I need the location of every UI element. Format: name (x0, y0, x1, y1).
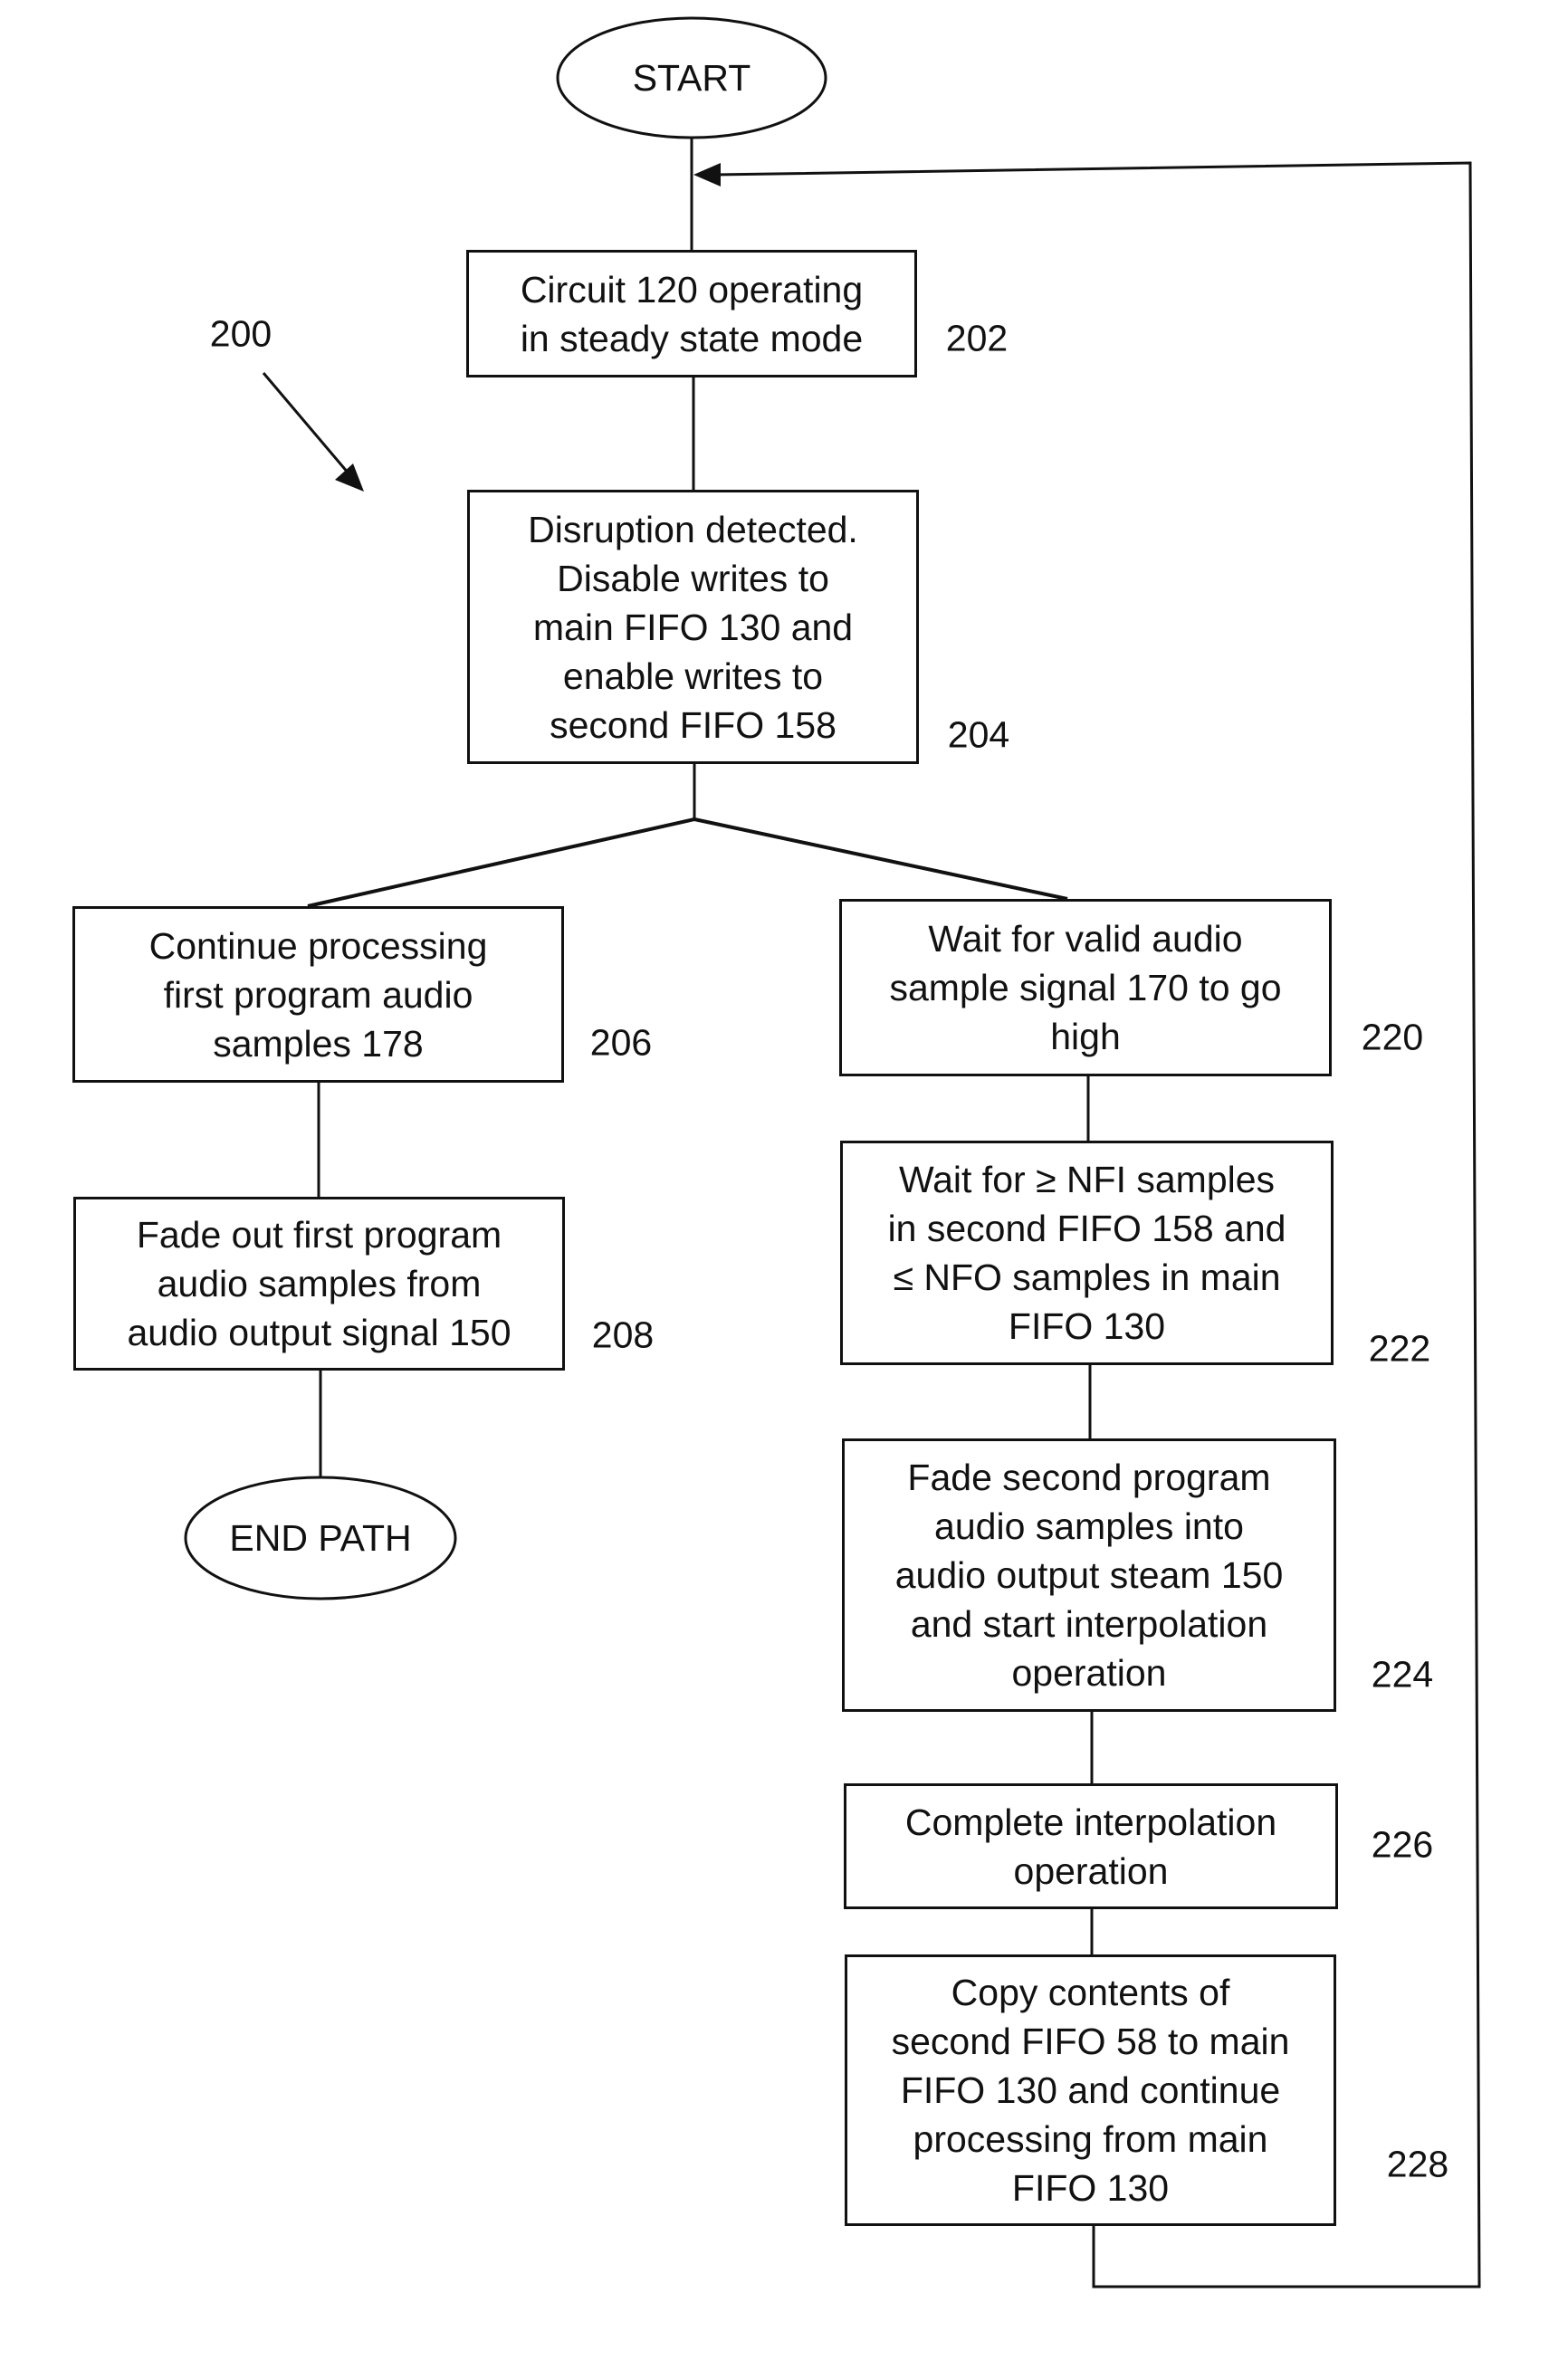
step-208-text: Fade out first program audio samples fro… (127, 1214, 512, 1353)
end-path-label: END PATH (229, 1516, 412, 1559)
step-208-box: Fade out first program audio samples fro… (73, 1197, 565, 1371)
step-222-text: Wait for ≥ NFI samples in second FIFO 15… (887, 1159, 1286, 1347)
step-226-ref: 226 (1371, 1823, 1434, 1866)
step-204-box: Disruption detected. Disable writes to m… (467, 490, 919, 764)
loop-arrowhead-icon (693, 163, 721, 186)
step-224-ref: 224 (1371, 1653, 1434, 1696)
figure-id-label: 200 (209, 312, 272, 355)
step-202-text: Circuit 120 operating in steady state mo… (520, 268, 864, 359)
step-226-box: Complete interpolation operation (844, 1783, 1338, 1909)
step-202-box: Circuit 120 operating in steady state mo… (466, 250, 917, 377)
step-206-box: Continue processing first program audio … (72, 906, 564, 1083)
step-204-ref: 204 (947, 713, 1010, 756)
step-220-ref: 220 (1361, 1016, 1424, 1058)
step-222-box: Wait for ≥ NFI samples in second FIFO 15… (840, 1141, 1334, 1365)
start-terminal: START (558, 18, 826, 138)
step-204-text: Disruption detected. Disable writes to m… (528, 508, 858, 746)
step-224-text: Fade second program audio samples into a… (894, 1457, 1284, 1694)
step-202-ref: 202 (945, 317, 1009, 359)
step-228-box: Copy contents of second FIFO 58 to main … (845, 1954, 1336, 2226)
step-228-ref: 228 (1386, 2143, 1449, 2185)
step-228-text: Copy contents of second FIFO 58 to main … (891, 1972, 1290, 2209)
start-label: START (632, 56, 751, 99)
branch-left (307, 817, 695, 908)
step-226-text: Complete interpolation operation (904, 1801, 1277, 1892)
step-224-box: Fade second program audio samples into a… (842, 1438, 1336, 1712)
step-220-text: Wait for valid audio sample signal 170 t… (889, 918, 1282, 1057)
figure-ref-arrowhead-icon (335, 463, 364, 492)
step-206-text: Continue processing first program audio … (148, 924, 488, 1065)
step-206-ref: 206 (589, 1021, 653, 1064)
step-220-box: Wait for valid audio sample signal 170 t… (839, 899, 1332, 1076)
step-208-ref: 208 (591, 1314, 655, 1356)
end-path-terminal: END PATH (186, 1477, 455, 1599)
step-222-ref: 222 (1368, 1327, 1431, 1370)
figure-ref-arrow-line (262, 372, 350, 474)
branch-right (693, 817, 1068, 901)
